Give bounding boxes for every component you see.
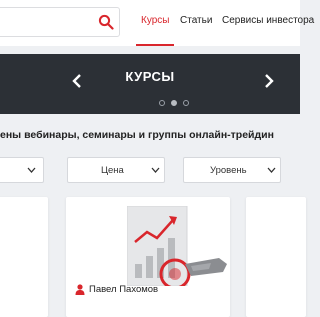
- nav-item-articles[interactable]: Статьи: [180, 15, 212, 26]
- search-icon[interactable]: [98, 14, 114, 30]
- chevron-down-icon: [27, 167, 36, 173]
- course-card[interactable]: [0, 197, 48, 317]
- user-icon: [75, 284, 85, 295]
- carousel-dot-active[interactable]: [171, 100, 177, 106]
- filter-type-dropdown[interactable]: [0, 157, 44, 183]
- growth-chart-icon: [127, 206, 227, 286]
- course-card[interactable]: [246, 197, 306, 317]
- filter-level-label: Уровень: [210, 165, 247, 176]
- chevron-down-icon: [267, 167, 276, 173]
- page-subtitle: ены вебинары, семинары и группы онлайн-т…: [0, 129, 274, 141]
- top-bar: Курсы Статьи Сервисы инвестора: [0, 0, 314, 46]
- chevron-right-icon[interactable]: [264, 73, 274, 93]
- active-nav-underline: [136, 44, 174, 46]
- search-input[interactable]: [0, 7, 120, 37]
- author-name[interactable]: Павел Пахомов: [89, 284, 158, 295]
- chevron-down-icon: [151, 167, 160, 173]
- filter-level-dropdown[interactable]: Уровень: [183, 157, 281, 183]
- filter-price-label: Цена: [101, 165, 124, 176]
- nav-item-courses[interactable]: Курсы: [141, 15, 169, 26]
- filter-price-dropdown[interactable]: Цена: [67, 157, 165, 183]
- carousel-dot[interactable]: [159, 100, 165, 106]
- courses-banner: КУРСЫ: [0, 54, 300, 114]
- nav-item-investor-services[interactable]: Сервисы инвестора: [222, 15, 314, 26]
- banner-title: КУРСЫ: [125, 69, 175, 84]
- carousel-dot[interactable]: [183, 100, 189, 106]
